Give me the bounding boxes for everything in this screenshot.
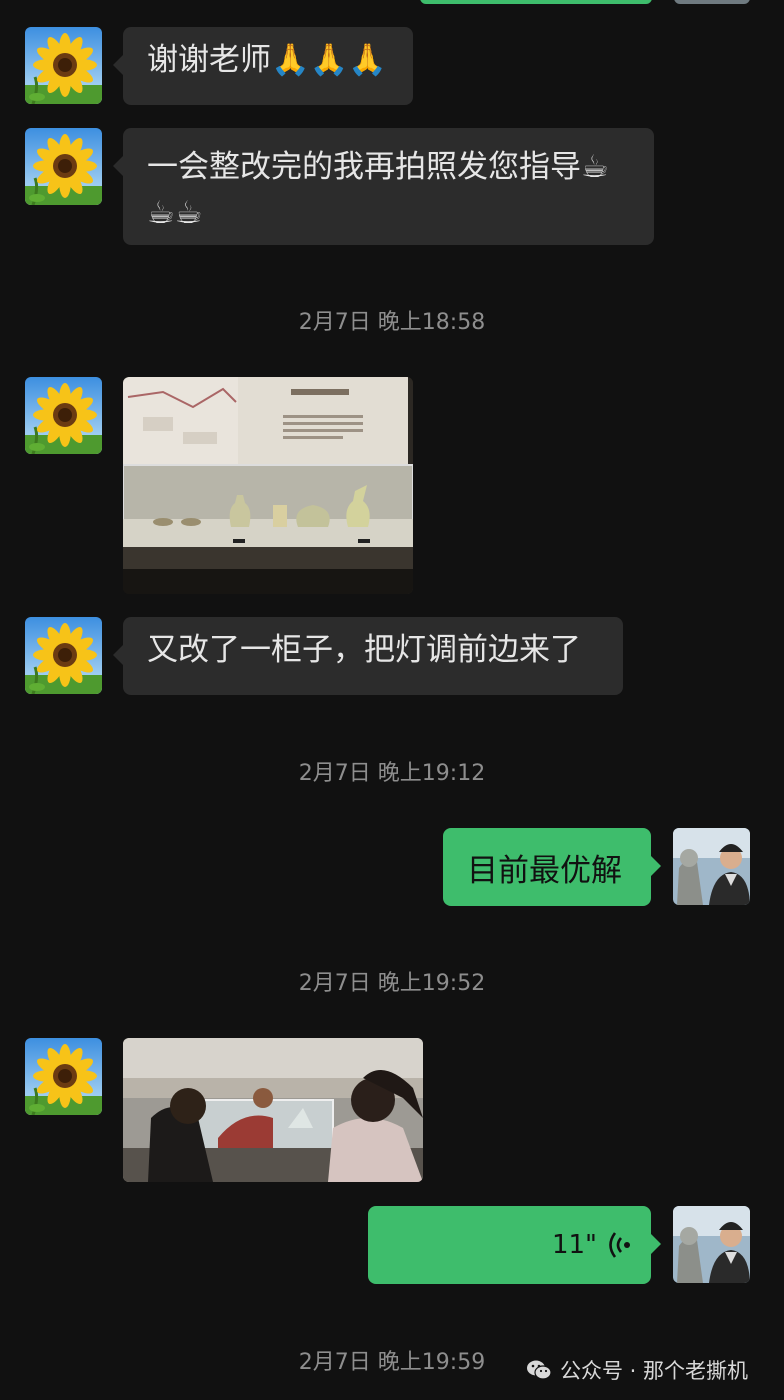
watermark: 公众号 · 那个老撕机 (526, 1355, 748, 1385)
message-bubble-incoming[interactable]: 又改了一柜子，把灯调前边来了 (113, 617, 623, 695)
message-text: 目前最优解 (467, 852, 622, 889)
message-text: 谢谢老师🙏🙏🙏 (147, 42, 387, 78)
message-bubble-incoming[interactable]: 谢谢老师🙏🙏🙏 (113, 27, 413, 105)
message-text: 一会整改完的我再拍照发您指导☕☕☕ (147, 149, 609, 231)
timestamp: 2月7日 晚上19:52 (298, 971, 486, 996)
voice-wave-icon (609, 1232, 630, 1258)
person-avatar-icon (673, 828, 750, 905)
voice-duration: 11" (551, 1230, 597, 1260)
contact-avatar[interactable] (25, 377, 102, 454)
message-text: 又改了一柜子，把灯调前边来了 (147, 632, 581, 668)
timestamp: 2月7日 晚上18:58 (298, 310, 486, 335)
museum-display-case-photo (123, 377, 413, 594)
self-avatar[interactable] (673, 828, 750, 905)
sunflower-avatar-icon (25, 128, 102, 205)
wechat-icon (527, 1360, 552, 1380)
sunflower-avatar-icon (25, 617, 102, 694)
timestamp: 2月7日 晚上19:12 (298, 761, 486, 786)
sunflower-avatar-icon (25, 377, 102, 454)
person-avatar-icon (673, 1206, 750, 1283)
sunflower-avatar-icon (25, 1038, 102, 1115)
message-bubble-incoming[interactable]: 一会整改完的我再拍照发您指导☕☕☕ (113, 128, 654, 245)
watermark-text: 公众号 · 那个老撕机 (560, 1359, 749, 1383)
contact-avatar[interactable] (25, 617, 102, 694)
sunflower-avatar-icon (25, 27, 102, 104)
contact-avatar[interactable] (25, 27, 102, 104)
voice-message-bubble[interactable]: 11" (368, 1206, 661, 1284)
image-message-display-case[interactable] (123, 377, 413, 594)
partial-outgoing-bubble[interactable] (420, 0, 652, 4)
partial-self-avatar[interactable] (674, 0, 750, 4)
message-bubble-outgoing[interactable]: 目前最优解 (443, 828, 661, 906)
visitors-at-display-case-photo (123, 1038, 423, 1182)
image-message-visitors[interactable] (123, 1038, 423, 1182)
contact-avatar[interactable] (25, 1038, 102, 1115)
self-avatar[interactable] (673, 1206, 750, 1283)
contact-avatar[interactable] (25, 128, 102, 205)
